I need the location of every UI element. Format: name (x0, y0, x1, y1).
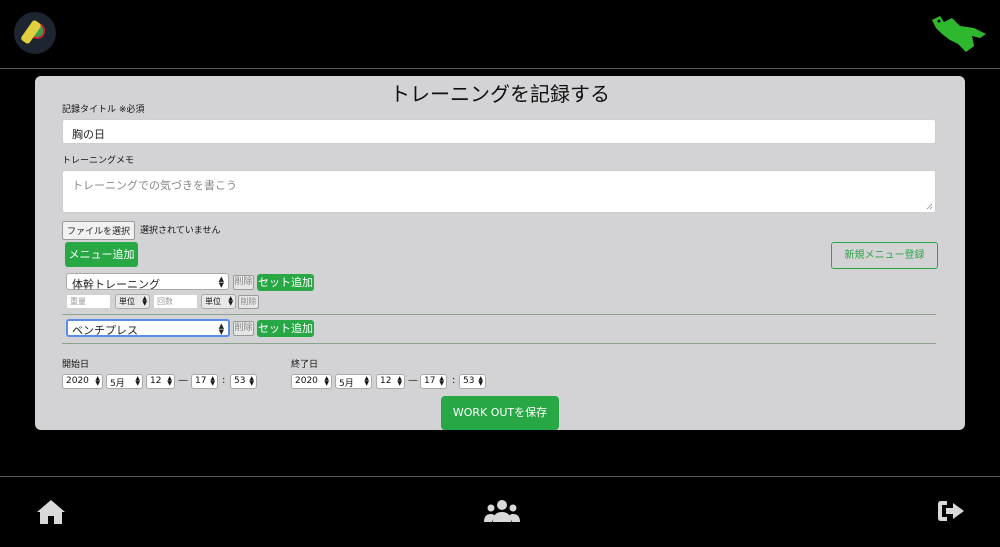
menu-select-value: 体幹トレーニング (72, 278, 160, 291)
record-title-value: 胸の日 (72, 128, 105, 141)
select-arrow-icon: ▲ ▼ (95, 375, 100, 387)
date-time-separator: — (408, 375, 418, 386)
select-arrow-icon: ▲ ▼ (167, 375, 172, 387)
menu-select-value: ベンチプレス (72, 324, 138, 337)
register-new-menu-button[interactable]: 新規メニュー登録 (831, 242, 938, 269)
start-month-select[interactable]: 5月 ▲ ▼ (106, 374, 143, 389)
end-month-select[interactable]: 5月 ▲ ▼ (335, 374, 372, 389)
select-arrow-icon: ▲ ▼ (324, 375, 329, 387)
select-arrow-icon: ▲ ▼ (218, 322, 224, 336)
unit-select-value: 単位 (205, 297, 221, 306)
end-day-select[interactable]: 12 ▲ ▼ (376, 374, 405, 389)
home-icon[interactable] (35, 498, 67, 526)
start-year-select[interactable]: 2020 ▲ ▼ (62, 374, 103, 389)
start-hour-select[interactable]: 17 ▲ ▼ (191, 374, 218, 389)
weight-input[interactable]: 重量 (66, 294, 111, 309)
delete-menu-button[interactable]: 削除 (233, 321, 254, 336)
reps-placeholder: 回数 (157, 297, 173, 306)
add-set-button[interactable]: セット追加 (257, 320, 314, 337)
end-year-value: 2020 (295, 376, 318, 386)
start-year-value: 2020 (66, 376, 89, 386)
start-day-value: 12 (150, 376, 162, 386)
start-minute-value: 53 (234, 376, 246, 386)
top-bar (0, 0, 1000, 69)
record-form-card: トレーニングを記録する 記録タイトル ※必須 胸の日 トレーニングメモ トレーニ… (35, 76, 965, 430)
select-arrow-icon: ▲ ▼ (439, 375, 444, 387)
start-hour-value: 17 (195, 376, 207, 386)
select-arrow-icon: ▲ ▼ (478, 375, 483, 387)
page-title: トレーニングを記録する (390, 82, 610, 106)
record-title-input[interactable]: 胸の日 (62, 119, 936, 144)
select-arrow-icon: ▲ ▼ (218, 275, 224, 289)
menu-select[interactable]: ベンチプレス ▲ ▼ (66, 319, 230, 337)
select-arrow-icon: ▲ ▼ (249, 375, 254, 387)
unit-select[interactable]: 単位 ▲ ▼ (201, 294, 236, 309)
weight-placeholder: 重量 (70, 297, 86, 306)
delete-menu-button[interactable]: 削除 (233, 275, 254, 290)
end-day-value: 12 (380, 376, 392, 386)
file-select-button[interactable]: ファイルを選択 (62, 221, 136, 240)
resize-handle-icon[interactable] (926, 203, 933, 210)
save-workout-button[interactable]: WORK OUTを保存 (441, 396, 559, 430)
record-title-label-text: 記録タイトル (62, 105, 119, 115)
required-mark: ※必須 (118, 105, 145, 115)
record-title-label: 記録タイトル ※必須 (62, 102, 144, 115)
reps-input[interactable]: 回数 (153, 294, 198, 309)
end-minute-select[interactable]: 53 ▲ ▼ (459, 374, 486, 389)
date-time-separator: — (178, 375, 188, 386)
end-year-select[interactable]: 2020 ▲ ▼ (291, 374, 332, 389)
start-date-label: 開始日 (62, 360, 90, 370)
start-minute-select[interactable]: 53 ▲ ▼ (230, 374, 257, 389)
add-menu-button[interactable]: メニュー追加 (65, 242, 138, 267)
delete-set-button[interactable]: 削除 (238, 295, 259, 309)
sign-out-icon[interactable] (937, 498, 965, 524)
end-hour-select[interactable]: 17 ▲ ▼ (420, 374, 447, 389)
select-arrow-icon: ▲ ▼ (135, 375, 140, 387)
menu-select[interactable]: 体幹トレーニング ▲ ▼ (66, 273, 229, 291)
start-month-value: 5月 (110, 379, 125, 389)
crocodile-logo-icon[interactable] (930, 14, 988, 54)
divider (62, 343, 936, 344)
time-colon: : (452, 375, 456, 386)
select-arrow-icon: ▲ ▼ (364, 375, 369, 387)
memo-placeholder: トレーニングでの気づきを書こう (72, 179, 237, 192)
add-set-button[interactable]: セット追加 (257, 274, 314, 291)
select-arrow-icon: ▲ ▼ (228, 295, 233, 307)
select-arrow-icon: ▲ ▼ (210, 375, 215, 387)
end-minute-value: 53 (463, 376, 475, 386)
users-icon[interactable] (484, 498, 520, 524)
select-arrow-icon: ▲ ▼ (397, 375, 402, 387)
file-status: 選択されていません (140, 226, 221, 236)
time-colon: : (222, 375, 226, 386)
memo-textarea[interactable]: トレーニングでの気づきを書こう (62, 170, 936, 213)
unit-select[interactable]: 単位 ▲ ▼ (115, 294, 150, 309)
end-hour-value: 17 (424, 376, 436, 386)
end-month-value: 5月 (339, 379, 354, 389)
select-arrow-icon: ▲ ▼ (142, 295, 147, 307)
unit-select-value: 単位 (119, 297, 135, 306)
memo-label: トレーニングメモ (62, 156, 135, 166)
start-day-select[interactable]: 12 ▲ ▼ (146, 374, 175, 389)
divider (62, 314, 936, 315)
end-date-label: 終了日 (291, 360, 319, 370)
avatar-icon[interactable] (14, 12, 56, 54)
